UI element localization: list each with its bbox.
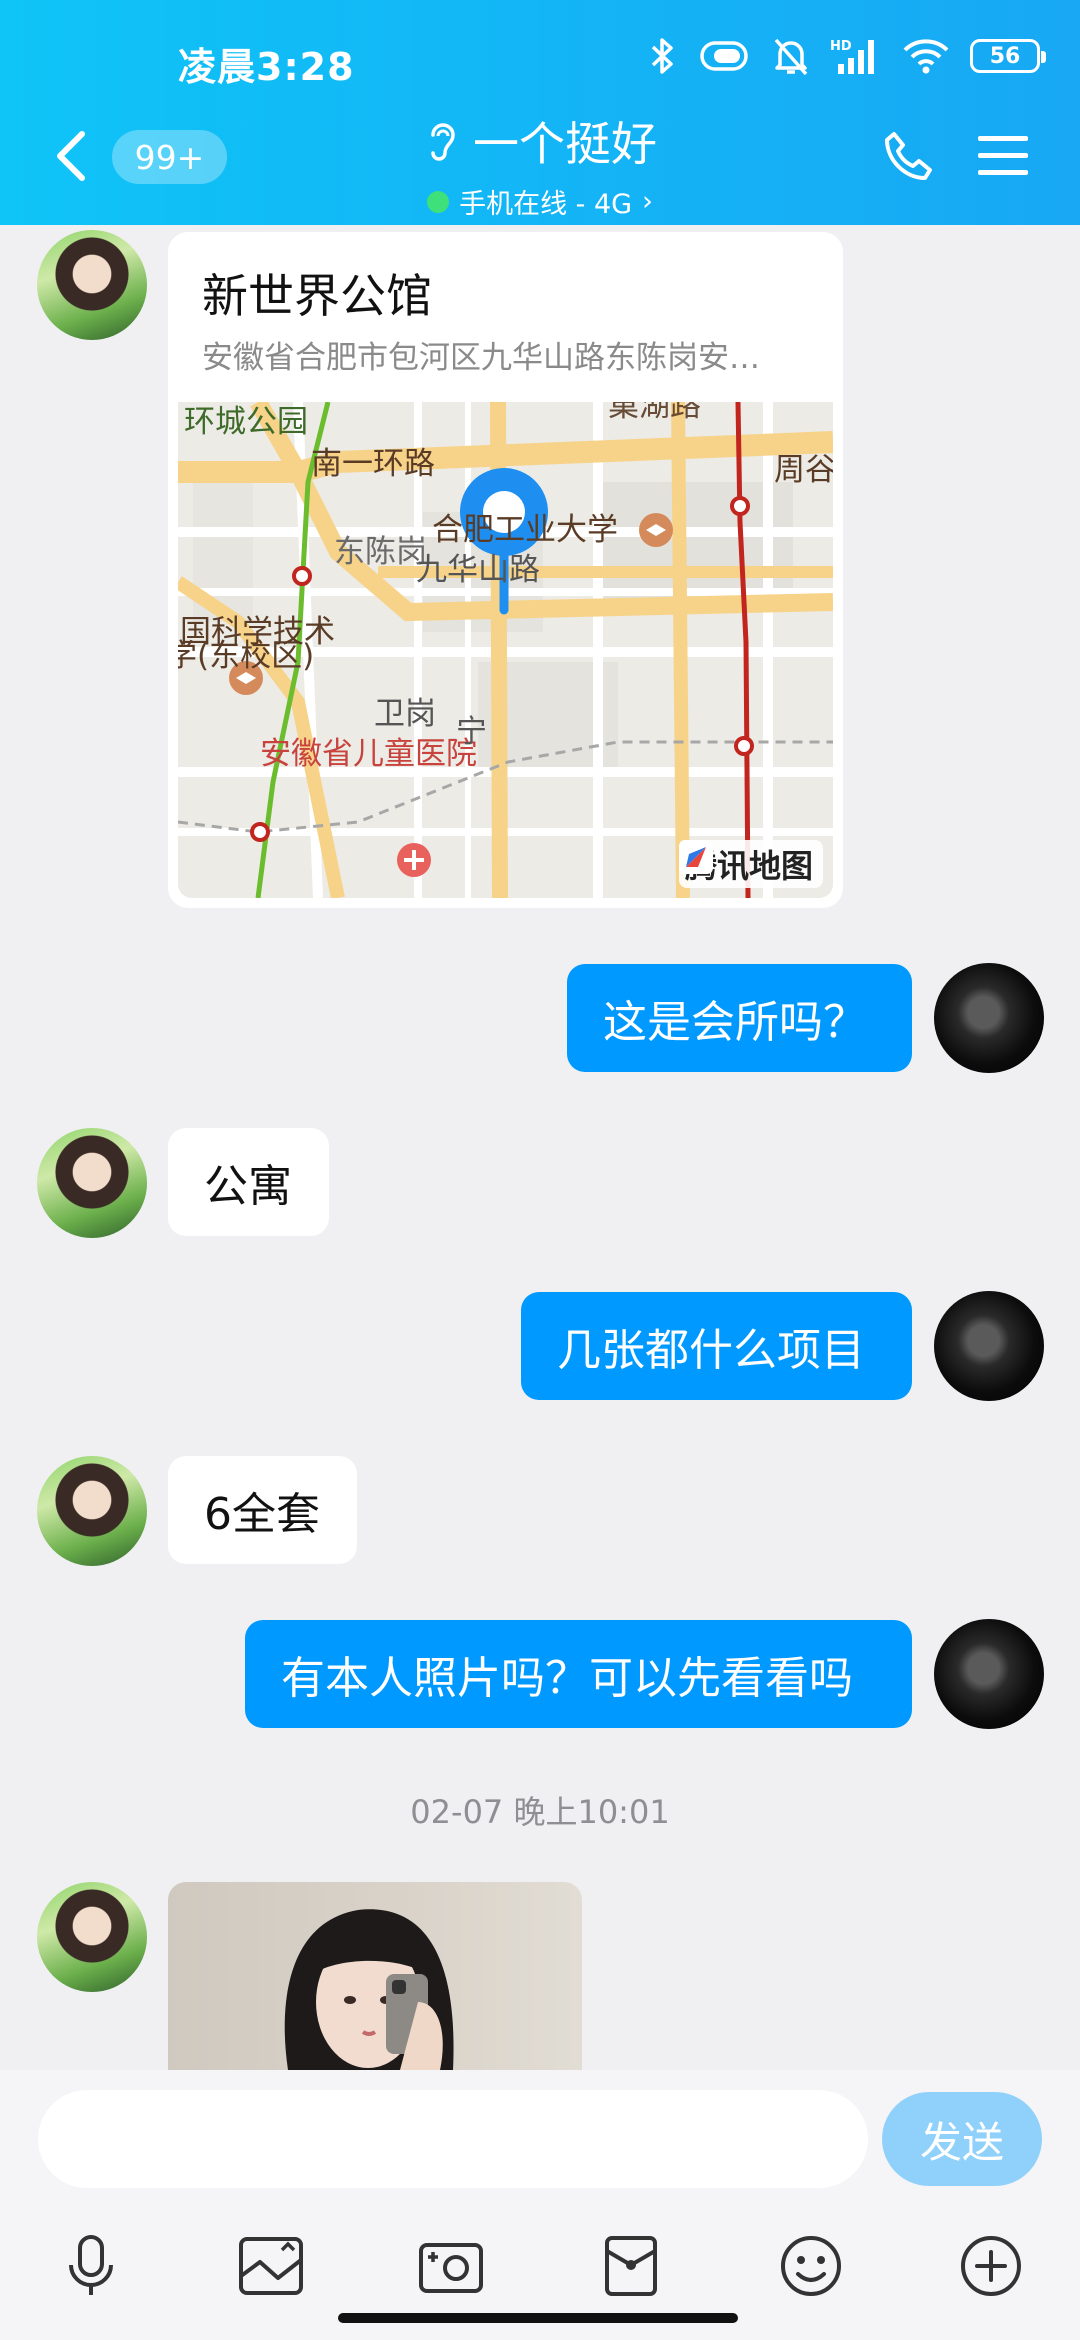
my-avatar[interactable]	[934, 1619, 1044, 1729]
microphone-icon	[69, 2235, 113, 2295]
map-label: 东陈岗	[334, 534, 427, 570]
map-label: 卫岗	[374, 696, 436, 732]
red-packet-button[interactable]	[595, 2230, 667, 2302]
message-bubble-outgoing[interactable]: 几张都什么项目	[521, 1292, 912, 1400]
camera-icon	[419, 2243, 483, 2293]
location-address: 安徽省合肥市包河区九华山路东陈岗安…	[202, 340, 760, 376]
map-label: 学(东校区)	[178, 638, 315, 674]
image-icon	[239, 2237, 303, 2295]
svg-text:HD: HD	[830, 39, 852, 54]
my-avatar[interactable]	[934, 1291, 1044, 1401]
plus-circle-icon	[961, 2236, 1021, 2296]
ear-icon	[431, 123, 455, 161]
bluetooth-icon	[651, 38, 673, 74]
battery-indicator: 56	[970, 39, 1046, 73]
message-text: 公寓	[204, 1161, 292, 1212]
map-label: 安徽省儿童医院	[260, 736, 477, 772]
message-timestamp: 02-07 晚上10:01	[410, 1793, 670, 1831]
my-avatar[interactable]	[934, 963, 1044, 1073]
menu-button[interactable]	[978, 134, 1028, 178]
map-label: 九华山路	[416, 552, 540, 588]
status-icons: HD 56	[650, 36, 1046, 76]
signal-icon: HD	[830, 39, 874, 74]
map-label: 周谷	[774, 452, 833, 488]
call-button[interactable]	[880, 128, 936, 184]
chat-header: 凌晨3:28 HD 56 99+ 一个挺好 手机在线 - 4G ›	[0, 0, 1080, 225]
location-name: 新世界公馆	[202, 269, 432, 323]
location-card[interactable]: 新世界公馆 安徽省合肥市包河区九华山路东陈岗安… 巢湖路 环城公园 南一环路 周…	[168, 232, 843, 908]
status-time: 凌晨3:28	[178, 45, 355, 89]
contact-avatar[interactable]	[37, 1128, 147, 1238]
map-label: 巢湖路	[608, 402, 701, 424]
emoji-icon	[781, 2236, 841, 2296]
vibrate-icon	[700, 41, 748, 71]
location-map[interactable]: 巢湖路 环城公园 南一环路 周谷 合肥工业大学 东陈岗 九华山路 国科学技术 学…	[178, 402, 833, 898]
photo-message[interactable]	[168, 1882, 582, 2070]
wifi-icon	[903, 39, 949, 74]
message-input[interactable]	[38, 2090, 868, 2188]
message-text: 几张都什么项目	[557, 1325, 865, 1376]
contact-name: 一个挺好	[473, 117, 657, 171]
message-text: 有本人照片吗？可以先看看吗	[281, 1653, 853, 1704]
message-bubble-outgoing[interactable]: 有本人照片吗？可以先看看吗	[245, 1620, 912, 1728]
online-indicator	[427, 190, 450, 213]
contact-avatar[interactable]	[37, 230, 147, 340]
camera-button[interactable]	[415, 2230, 487, 2302]
emoji-button[interactable]	[775, 2230, 847, 2302]
message-bubble-incoming[interactable]: 公寓	[168, 1128, 329, 1236]
map-label: 宁	[456, 714, 487, 750]
phone-icon	[885, 132, 932, 180]
message-text: 这是会所吗？	[603, 997, 867, 1048]
map-label: 合肥工业大学	[432, 512, 618, 548]
home-indicator[interactable]	[338, 2313, 738, 2323]
more-button[interactable]	[955, 2230, 1027, 2302]
message-text: 6全套	[204, 1489, 320, 1540]
contact-avatar[interactable]	[37, 1882, 147, 1992]
message-bubble-outgoing[interactable]: 这是会所吗？	[567, 964, 912, 1072]
input-toolbar	[0, 2230, 1080, 2310]
message-bubble-incoming[interactable]: 6全套	[168, 1456, 357, 1564]
map-provider-logo: 腾讯地图	[678, 840, 823, 888]
tencent-map-icon	[678, 840, 713, 874]
send-button[interactable]: 发送	[882, 2092, 1042, 2186]
contact-avatar[interactable]	[37, 1456, 147, 1566]
map-label: 南一环路	[311, 446, 435, 482]
photo-image	[284, 1909, 454, 2070]
mute-bell-icon	[774, 38, 808, 76]
online-chevron: ›	[642, 186, 653, 217]
online-status: 手机在线 - 4G	[459, 189, 633, 220]
gallery-button[interactable]	[235, 2230, 307, 2302]
voice-button[interactable]	[55, 2230, 127, 2302]
red-packet-icon	[605, 2236, 657, 2296]
map-label: 环城公园	[184, 404, 308, 440]
input-area: 发送	[0, 2070, 1080, 2340]
menu-icon	[978, 136, 1028, 175]
